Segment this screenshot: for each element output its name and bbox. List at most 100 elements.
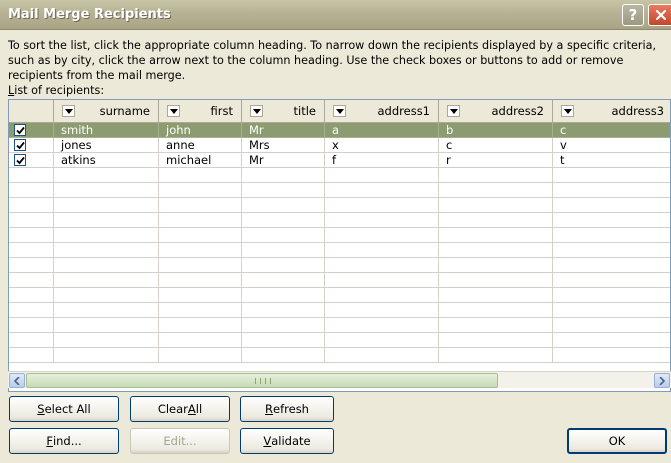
empty-cell	[9, 288, 54, 303]
empty-cell	[54, 333, 159, 348]
empty-cell	[54, 288, 159, 303]
empty-cell	[439, 333, 553, 348]
recipient-row[interactable]: atkins michael Mr f r t	[9, 153, 670, 168]
list-label-rest: ist of recipients:	[14, 84, 105, 97]
cell-title: Mr	[242, 153, 325, 168]
column-header-address1[interactable]: address1	[325, 100, 439, 122]
empty-cell	[553, 213, 670, 228]
scroll-thumb[interactable]	[26, 373, 498, 388]
empty-cell	[54, 183, 159, 198]
empty-cell	[242, 318, 325, 333]
empty-cell	[439, 303, 553, 318]
include-checkbox[interactable]	[14, 154, 26, 166]
cell-address1: f	[325, 153, 439, 168]
scroll-left-button[interactable]	[9, 373, 25, 388]
ok-button[interactable]: OK	[567, 428, 667, 454]
cell-address3: c	[553, 123, 670, 138]
filter-dropdown-address2[interactable]	[447, 105, 460, 117]
edit-button[interactable]: Edit...	[130, 428, 230, 454]
filter-dropdown-address1[interactable]	[333, 105, 346, 117]
cell-first: michael	[159, 153, 242, 168]
filter-dropdown-surname[interactable]	[62, 105, 75, 117]
empty-cell	[9, 273, 54, 288]
empty-row	[9, 303, 670, 318]
column-header-title[interactable]: title	[242, 100, 325, 122]
empty-cell	[439, 213, 553, 228]
empty-cell	[9, 183, 54, 198]
empty-cell	[553, 348, 670, 363]
dropdown-arrow-icon	[65, 109, 73, 114]
empty-cell	[439, 168, 553, 183]
title-bar[interactable]: Mail Merge Recipients ?	[0, 0, 671, 30]
validate-button[interactable]: Validate	[240, 428, 334, 454]
filter-dropdown-first[interactable]	[167, 105, 180, 117]
column-label: surname	[99, 104, 150, 118]
select-all-accel: S	[37, 402, 45, 416]
recipient-row[interactable]: jones anne Mrs x c v	[9, 138, 670, 153]
cell-title: Mr	[242, 123, 325, 138]
empty-cell	[54, 318, 159, 333]
cell-address3: t	[553, 153, 670, 168]
empty-cell	[439, 273, 553, 288]
empty-cell	[242, 258, 325, 273]
thumb-grip-icon	[255, 378, 271, 384]
window-title: Mail Merge Recipients	[8, 7, 171, 22]
clear-all-button[interactable]: Clear All	[130, 396, 230, 422]
dropdown-arrow-icon	[450, 109, 458, 114]
cell-address2: b	[439, 123, 553, 138]
help-button[interactable]: ?	[622, 4, 644, 26]
empty-cell	[553, 318, 670, 333]
empty-row	[9, 288, 670, 303]
column-header-first[interactable]: first	[159, 100, 242, 122]
clear-all-accel: A	[187, 402, 196, 416]
empty-cell	[54, 213, 159, 228]
empty-cell	[54, 303, 159, 318]
scroll-right-button[interactable]	[654, 373, 670, 388]
empty-cell	[553, 303, 670, 318]
empty-cell	[9, 333, 54, 348]
empty-cell	[242, 198, 325, 213]
empty-cell	[159, 228, 242, 243]
empty-cell	[159, 168, 242, 183]
empty-cell	[325, 183, 439, 198]
find-button[interactable]: Find...	[9, 428, 119, 454]
select-all-button[interactable]: Select All	[9, 396, 119, 422]
checkmark-icon	[16, 141, 25, 150]
empty-cell	[54, 228, 159, 243]
ok-label: OK	[608, 434, 626, 448]
recipients-grid[interactable]: surname first title address1 address2 ad…	[8, 99, 671, 392]
horizontal-scrollbar[interactable]	[8, 371, 671, 388]
empty-cell	[242, 303, 325, 318]
empty-cell	[325, 303, 439, 318]
column-header-surname[interactable]: surname	[54, 100, 159, 122]
empty-cell	[325, 228, 439, 243]
checkbox-cell	[9, 138, 54, 153]
empty-cell	[439, 258, 553, 273]
empty-cell	[9, 228, 54, 243]
column-header-address2[interactable]: address2	[439, 100, 553, 122]
empty-cell	[325, 243, 439, 258]
dropdown-arrow-icon	[336, 109, 344, 114]
empty-cell	[9, 213, 54, 228]
empty-cell	[9, 168, 54, 183]
close-button[interactable]	[648, 4, 671, 26]
close-icon	[655, 9, 667, 21]
filter-dropdown-title[interactable]	[250, 105, 263, 117]
recipient-row[interactable]: smith john Mr a b c	[9, 123, 670, 138]
filter-dropdown-address3[interactable]	[561, 105, 574, 117]
empty-cell	[242, 183, 325, 198]
refresh-button[interactable]: Refresh	[240, 396, 334, 422]
empty-cell	[54, 168, 159, 183]
mail-merge-recipients-dialog: Mail Merge Recipients ? To sort the list…	[0, 0, 671, 463]
empty-cell	[553, 243, 670, 258]
header-checkbox-column	[9, 100, 54, 122]
checkbox-cell	[9, 153, 54, 168]
empty-cell	[553, 168, 670, 183]
arrow-left-icon	[14, 377, 20, 385]
empty-cell	[159, 303, 242, 318]
include-checkbox[interactable]	[14, 139, 26, 151]
include-checkbox[interactable]	[14, 124, 26, 136]
column-header-address3[interactable]: address3	[553, 100, 670, 122]
checkmark-icon	[16, 126, 25, 135]
validate-rest: alidate	[271, 434, 311, 448]
